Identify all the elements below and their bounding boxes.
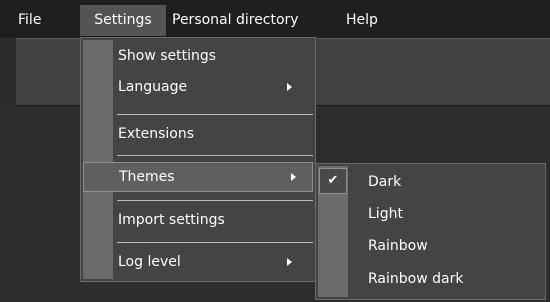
menu-item-label: Language	[118, 79, 188, 95]
themes-submenu: ✔ Dark Light Rainbow Rainbow dark	[315, 163, 546, 300]
menu-item-label: Show settings	[118, 48, 217, 64]
menu-separator	[117, 114, 313, 115]
menu-item-label: Extensions	[118, 126, 195, 142]
theme-item-rainbow-dark[interactable]: Rainbow dark	[368, 267, 463, 291]
menu-separator	[117, 200, 313, 201]
menu-item-label: Themes	[119, 169, 175, 185]
menu-gutter	[83, 40, 113, 279]
submenu-arrow-icon	[287, 258, 292, 266]
theme-item-dark[interactable]: Dark	[368, 170, 401, 194]
menu-settings[interactable]: Settings	[80, 5, 166, 36]
menu-separator	[117, 242, 313, 243]
menu-item-themes[interactable]: Themes	[83, 162, 313, 192]
menu-file[interactable]: File	[18, 7, 41, 33]
submenu-arrow-icon	[287, 83, 292, 91]
menu-item-label: Import settings	[118, 212, 225, 228]
menu-personal-directory[interactable]: Personal directory	[172, 7, 299, 33]
theme-item-rainbow[interactable]: Rainbow	[368, 234, 428, 258]
menu-bar: File Settings Personal directory Help	[0, 0, 550, 38]
menu-separator	[117, 155, 313, 156]
menu-help[interactable]: Help	[346, 7, 378, 33]
checkmark-icon: ✔	[319, 168, 347, 194]
settings-dropdown: Show settings Language Extensions Themes…	[80, 37, 316, 282]
theme-item-light[interactable]: Light	[368, 202, 403, 226]
submenu-arrow-icon	[291, 173, 296, 181]
menu-item-label: Log level	[118, 254, 181, 270]
